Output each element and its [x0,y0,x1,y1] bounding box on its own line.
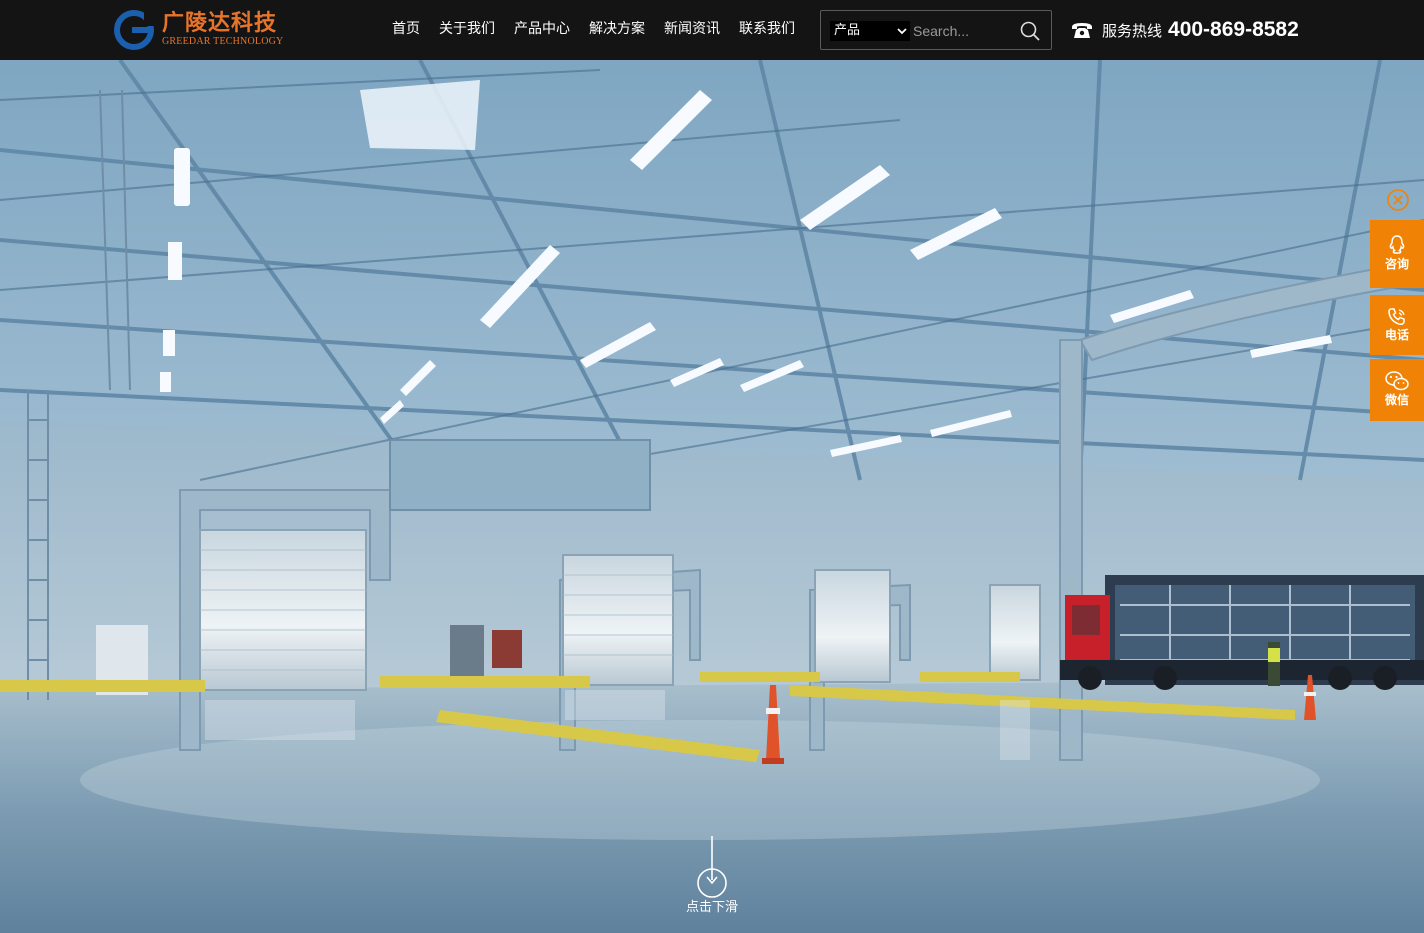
brand-logo[interactable]: 广陵达科技 GREEDAR TECHNOLOGY [114,9,286,51]
main-nav: 首页 关于我们 产品中心 解决方案 新闻资讯 联系我们 [392,19,814,41]
site-header: 广陵达科技 GREEDAR TECHNOLOGY 首页 关于我们 产品中心 解决… [0,0,1424,60]
logo-g-icon [114,10,156,50]
phone-icon [1072,23,1092,38]
hotline-number[interactable]: 400-869-8582 [1168,18,1299,42]
chevron-down-icon [897,28,907,35]
brand-name-en: GREEDAR TECHNOLOGY [162,36,284,47]
close-icon[interactable] [1386,188,1410,212]
side-item-phone[interactable]: 电话 [1370,295,1424,355]
scroll-down-label: 点击下滑 [685,900,738,915]
hero-banner: 点击下滑 [0,60,1424,933]
phone-icon [1388,308,1405,325]
search-icon[interactable] [1019,20,1041,42]
nav-item-about[interactable]: 关于我们 [439,19,495,41]
side-item-phone-label: 电话 [1384,328,1409,342]
nav-item-contact[interactable]: 联系我们 [739,19,795,41]
side-item-consult[interactable]: 咨询 [1370,220,1424,288]
nav-item-products[interactable]: 产品中心 [514,19,570,41]
side-item-wechat-label: 微信 [1384,393,1409,407]
wechat-icon [1385,371,1409,391]
nav-item-solutions[interactable]: 解决方案 [589,19,645,41]
nav-item-home[interactable]: 首页 [392,19,420,41]
qq-icon [1389,235,1405,254]
warehouse-banner-image [0,60,1424,933]
brand-name-cn: 广陵达科技 [162,10,278,36]
search-box: 产品 [820,10,1052,50]
side-item-wechat[interactable]: 微信 [1370,359,1424,421]
service-hotline: 服务热线 400-869-8582 [1071,14,1299,46]
scroll-down-hint[interactable]: 点击下滑 [672,836,752,928]
search-category-select[interactable]: 产品 [830,21,910,41]
side-item-consult-label: 咨询 [1384,257,1409,271]
search-input[interactable] [913,20,1013,42]
nav-item-news[interactable]: 新闻资讯 [664,19,720,41]
hotline-label: 服务热线 [1102,21,1163,40]
arrow-down-icon [697,836,727,898]
search-category-value: 产品 [834,23,861,38]
